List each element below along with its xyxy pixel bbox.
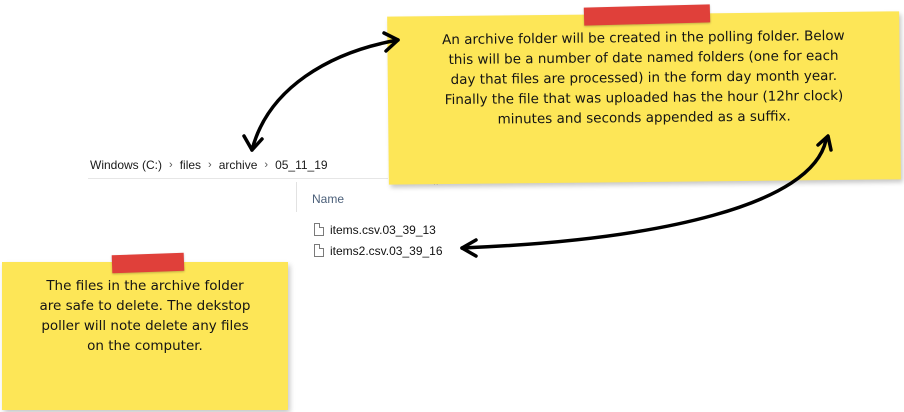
arrow-to-archive-folder xyxy=(250,38,400,152)
annotation-arrows xyxy=(242,31,833,258)
arrow-to-suffix-file xyxy=(460,138,828,250)
